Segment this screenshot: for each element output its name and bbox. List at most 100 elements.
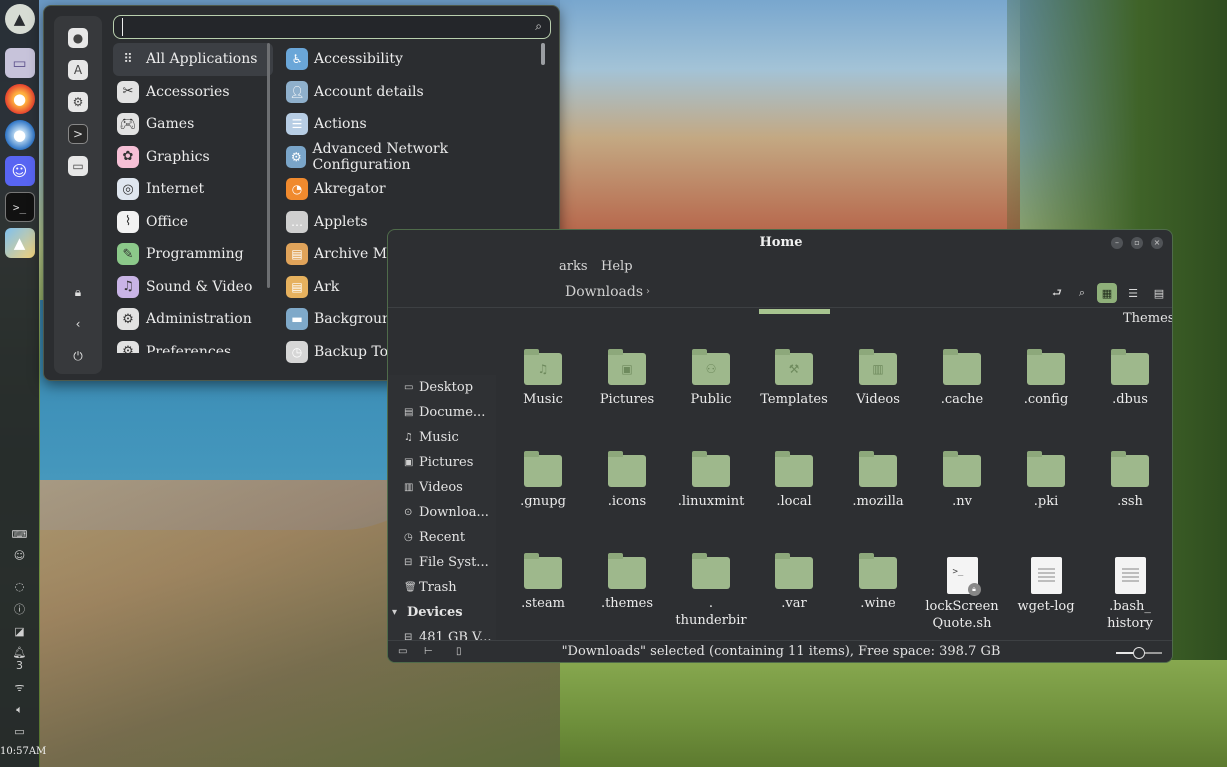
folder-item[interactable]: ♫ Music — [501, 349, 585, 408]
terminal-favorite[interactable]: > — [68, 124, 88, 144]
volume-icon[interactable]: 🔈︎ — [5, 703, 35, 717]
place-videos[interactable]: ▥ Videos — [388, 475, 496, 500]
icon-view-button[interactable]: ▦ — [1097, 283, 1117, 303]
folder-item[interactable]: .nv — [920, 451, 1004, 510]
folder-item[interactable]: .local — [752, 451, 836, 510]
folder-icon — [608, 553, 646, 589]
folder-item[interactable]: .var — [752, 553, 836, 612]
graphics-icon: ✿ — [117, 145, 139, 168]
notifications-icon[interactable]: 🔔︎ 3 — [5, 646, 35, 672]
keyboard-icon[interactable]: ⌨ — [5, 528, 35, 541]
app-actions[interactable]: ☰ Actions — [284, 108, 534, 141]
place-desktop[interactable]: ▭ Desktop — [388, 375, 496, 400]
menu-help[interactable]: Help — [601, 259, 633, 274]
files-launcher[interactable]: ▭ — [4, 48, 35, 78]
category-accessories[interactable]: ✂ Accessories — [113, 76, 273, 109]
settings-favorite[interactable]: ⚙ — [68, 92, 88, 112]
place-recent[interactable]: ◷ Recent — [388, 525, 496, 550]
category-administration[interactable]: ⚙ Administration — [113, 303, 273, 336]
folder-item[interactable]: .config — [1004, 349, 1088, 408]
minimize-button[interactable]: – — [1111, 237, 1123, 249]
place-downloa-[interactable]: ⊙ Downloa... — [388, 500, 496, 525]
place-trash[interactable]: 🗑︎ Trash — [388, 575, 496, 600]
place-music[interactable]: ♫ Music — [388, 425, 496, 450]
place-docume-[interactable]: ▤ Docume... — [388, 400, 496, 425]
thunderbird-launcher[interactable]: ● — [4, 120, 35, 150]
firefox-favorite[interactable]: ● — [68, 28, 88, 48]
battery-icon[interactable]: ▭ — [5, 725, 35, 738]
app-accessibility[interactable]: ♿︎ Accessibility — [284, 43, 534, 76]
category-all-applications[interactable]: ⠿ All Applications — [113, 43, 273, 76]
folder-item[interactable]: ▣ Pictures — [585, 349, 669, 408]
app-advanced-network-configuration[interactable]: ⚙ Advanced Network Configuration — [284, 141, 534, 174]
menu-search-input[interactable] — [122, 18, 522, 36]
discord-launcher[interactable]: ☺ — [4, 156, 35, 186]
toolbar: Downloads › ⮐ ⌕ ▦ ☰ ▤ — [388, 280, 1172, 308]
breadcrumb-downloads[interactable]: Downloads — [565, 284, 643, 300]
application-list-scrollbar[interactable] — [541, 43, 545, 65]
folder-item[interactable]: .dbus — [1088, 349, 1172, 408]
folder-item[interactable]: .themes — [585, 553, 669, 612]
zoom-slider-handle[interactable] — [1133, 647, 1145, 659]
folder-item[interactable]: .linuxmint — [669, 451, 753, 510]
breadcrumb-next-icon[interactable]: › — [646, 286, 650, 297]
toggle-location-button[interactable]: ⮐ — [1047, 283, 1067, 303]
terminal-launcher[interactable]: >_ — [4, 192, 35, 222]
folder-item[interactable]: ▥ Videos — [836, 349, 920, 408]
category-office[interactable]: ⌇ Office — [113, 206, 273, 239]
folder-item[interactable]: .wine — [836, 553, 920, 612]
close-button[interactable]: × — [1151, 237, 1163, 249]
category-preferences[interactable]: ⚙ Preferences — [113, 336, 273, 353]
actions-icon: ☰ — [286, 113, 308, 136]
folder-item[interactable]: .pki — [1004, 451, 1088, 510]
place-pictures[interactable]: ▣ Pictures — [388, 450, 496, 475]
file-item[interactable]: >_ 🔒︎ lockScreen Quote.sh — [920, 557, 1004, 632]
app-account-details[interactable]: 👤︎ Account details — [284, 76, 534, 109]
app-akregator[interactable]: ◔ Akregator — [284, 173, 534, 206]
info-icon[interactable]: ⓘ — [5, 601, 35, 617]
folder-item[interactable]: .icons — [585, 451, 669, 510]
list-view-button[interactable]: ☰ — [1123, 283, 1143, 303]
folder-item[interactable]: .ssh — [1088, 451, 1172, 510]
mint-menu-button[interactable]: ▲ — [4, 4, 35, 34]
folder-item[interactable]: .gnupg — [501, 451, 585, 510]
devices-header[interactable]: ▾ Devices — [388, 600, 496, 625]
file-item[interactable]: wget-log — [1004, 557, 1088, 615]
discord-tray-icon[interactable]: ☺ — [5, 549, 35, 562]
files-favorite[interactable]: ▭ — [68, 156, 88, 176]
folder-item[interactable]: ⚒ Templates — [752, 349, 836, 408]
clock[interactable]: 10:57AM — [0, 746, 46, 757]
category-programming[interactable]: ✎ Programming — [113, 238, 273, 271]
maximize-icon: ▫ — [1134, 238, 1140, 247]
category-games[interactable]: 🎮︎ Games — [113, 108, 273, 141]
lock-screen-button[interactable]: 🔒︎ — [68, 282, 88, 302]
category-internet[interactable]: ◎ Internet — [113, 173, 273, 206]
folder-item[interactable]: .mozilla — [836, 451, 920, 510]
maximize-button[interactable]: ▫ — [1131, 237, 1143, 249]
folder-item[interactable]: ⚇ Public — [669, 349, 753, 408]
zoom-slider[interactable] — [1116, 647, 1162, 659]
folder-item[interactable]: .steam — [501, 553, 585, 612]
category-graphics[interactable]: ✿ Graphics — [113, 141, 273, 174]
file-label: .themes — [600, 596, 654, 611]
firefox-launcher[interactable]: ● — [4, 84, 35, 114]
steam-icon[interactable]: ◪ — [5, 625, 35, 638]
shield-icon[interactable]: ◌ — [5, 580, 35, 593]
folder-item[interactable]: . thunderbir — [669, 553, 753, 629]
software-favorite[interactable]: A — [68, 60, 88, 80]
menu-search-field[interactable]: ⌕ — [113, 15, 551, 39]
category-label: Accessories — [146, 83, 230, 100]
folder-icon: ▥ — [859, 349, 897, 385]
file-item[interactable]: .bash_ history — [1088, 557, 1172, 632]
search-button[interactable]: ⌕ — [1072, 283, 1092, 303]
network-icon[interactable]: ᯤ — [5, 680, 35, 695]
place-file-syst-[interactable]: ⊟ File Syst... — [388, 550, 496, 575]
folder-item[interactable]: .cache — [920, 349, 1004, 408]
menu-bookmarks[interactable]: arks — [559, 259, 588, 274]
category-sound-video[interactable]: ♫ Sound & Video — [113, 271, 273, 304]
logout-button[interactable]: ‹ — [68, 314, 88, 334]
image-viewer-launcher[interactable]: ▲ — [4, 228, 35, 258]
compact-view-button[interactable]: ▤ — [1149, 283, 1169, 303]
partial-folder-label[interactable]: Themes — [1123, 311, 1172, 326]
power-button[interactable]: ⏻ — [68, 346, 88, 366]
